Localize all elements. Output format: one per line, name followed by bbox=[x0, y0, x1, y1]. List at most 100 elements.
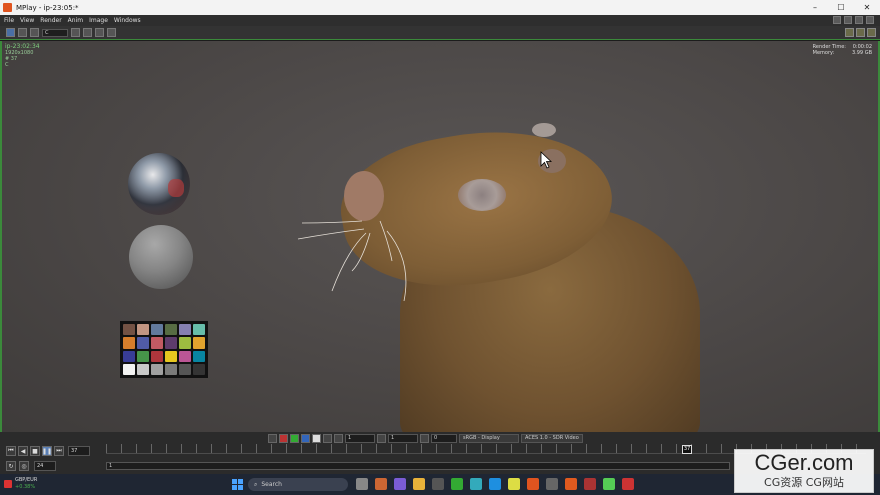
capybara-eye bbox=[458, 179, 506, 211]
info-icon[interactable] bbox=[107, 28, 116, 37]
minimize-button[interactable]: – bbox=[802, 0, 828, 15]
home-icon[interactable] bbox=[95, 28, 104, 37]
fps-field[interactable]: 24 bbox=[34, 461, 56, 471]
zoom-out-icon[interactable] bbox=[83, 28, 92, 37]
maximize-button[interactable]: ☐ bbox=[828, 0, 854, 15]
toolbar-right bbox=[845, 28, 876, 37]
go-to-start-button[interactable]: ⏮ bbox=[6, 446, 16, 456]
zoom-in-icon[interactable] bbox=[71, 28, 80, 37]
checker-swatch bbox=[123, 337, 135, 349]
checker-swatch bbox=[137, 350, 149, 362]
checker-swatch bbox=[151, 337, 163, 349]
widgets-icon[interactable] bbox=[375, 478, 387, 490]
app-icon-red[interactable] bbox=[584, 478, 596, 490]
menu-right-icons bbox=[833, 16, 874, 24]
display-select[interactable]: sRGB - Display bbox=[459, 434, 519, 443]
render-viewport[interactable]: ip-23:02:34 1920x1080 # 37 C Render Time… bbox=[0, 41, 880, 432]
frame-range-bar[interactable]: 1 bbox=[106, 462, 730, 470]
gamma-field[interactable]: 1 bbox=[345, 434, 375, 443]
checker-swatch bbox=[123, 324, 135, 336]
gamma-icon[interactable] bbox=[334, 434, 343, 443]
menu-render[interactable]: Render bbox=[38, 17, 63, 24]
close-button[interactable]: ✕ bbox=[854, 0, 880, 15]
xbox-icon[interactable] bbox=[451, 478, 463, 490]
current-frame-marker[interactable]: 37 bbox=[682, 445, 692, 454]
grid-toggle-icon[interactable] bbox=[845, 28, 854, 37]
houdini-icon[interactable] bbox=[527, 478, 539, 490]
checker-toggle-icon[interactable] bbox=[856, 28, 865, 37]
checker-swatch bbox=[193, 350, 205, 362]
mplay-window: MPlay - ip-23:05:* – ☐ ✕ File View Rende… bbox=[0, 0, 880, 495]
checker-swatch bbox=[123, 363, 135, 375]
checker-swatch bbox=[137, 324, 149, 336]
app-icon-grey[interactable] bbox=[546, 478, 558, 490]
playback-controls: ⏮ ◀ ■ ❚❚ ⏭ 37 bbox=[6, 446, 90, 456]
app-icon-green[interactable] bbox=[603, 478, 615, 490]
title-bar: MPlay - ip-23:05:* – ☐ ✕ bbox=[0, 0, 880, 15]
app-icon bbox=[3, 3, 12, 12]
capybara-whiskers bbox=[297, 220, 407, 301]
green-channel-toggle[interactable] bbox=[290, 434, 299, 443]
taskbar-search[interactable]: ⌕ Search bbox=[248, 478, 348, 491]
pin-icon[interactable] bbox=[855, 16, 863, 24]
checker-swatch bbox=[137, 363, 149, 375]
checker-swatch bbox=[179, 324, 191, 336]
store-icon[interactable] bbox=[432, 478, 444, 490]
frame-field[interactable]: 37 bbox=[68, 446, 90, 456]
grey-reference-ball bbox=[129, 225, 193, 289]
grid-view-icon[interactable] bbox=[30, 28, 39, 37]
edge-icon[interactable] bbox=[489, 478, 501, 490]
menu-anim[interactable]: Anim bbox=[66, 17, 85, 24]
app-icon-red-2[interactable] bbox=[622, 478, 634, 490]
display-controls: 1 1 0 sRGB - Display ACES 1.0 - SDR Vide… bbox=[268, 433, 583, 444]
realtime-icon[interactable]: ◎ bbox=[19, 461, 29, 471]
menu-view[interactable]: View bbox=[18, 17, 36, 24]
single-view-icon[interactable] bbox=[6, 28, 15, 37]
image-channel: C bbox=[5, 62, 9, 68]
checker-swatch bbox=[165, 337, 177, 349]
checker-swatch bbox=[123, 350, 135, 362]
image-toolbar: C bbox=[0, 26, 880, 40]
copilot-icon[interactable] bbox=[394, 478, 406, 490]
checker-swatch bbox=[179, 337, 191, 349]
app-icon-teal[interactable] bbox=[470, 478, 482, 490]
stop-button[interactable]: ■ bbox=[30, 446, 40, 456]
checker-swatch bbox=[165, 350, 177, 362]
file-explorer-icon[interactable] bbox=[413, 478, 425, 490]
play-reverse-button[interactable]: ◀ bbox=[18, 446, 28, 456]
chrome-icon[interactable] bbox=[508, 478, 520, 490]
exposure-icon[interactable] bbox=[377, 434, 386, 443]
settings-icon[interactable] bbox=[866, 16, 874, 24]
channel-select[interactable]: C bbox=[42, 28, 68, 37]
watermark-text: CGer.com bbox=[754, 450, 854, 475]
lut-icon[interactable] bbox=[323, 434, 332, 443]
red-channel-toggle[interactable] bbox=[279, 434, 288, 443]
menu-file[interactable]: File bbox=[2, 17, 16, 24]
go-to-end-button[interactable]: ⏭ bbox=[54, 446, 64, 456]
menu-windows[interactable]: Windows bbox=[112, 17, 143, 24]
layout-icon[interactable] bbox=[833, 16, 841, 24]
checker-swatch bbox=[165, 324, 177, 336]
ticker-widget[interactable]: GBP/EUR +0.38% bbox=[4, 477, 37, 491]
menu-bar: File View Render Anim Image Windows bbox=[0, 15, 880, 26]
chrome-reference-ball bbox=[128, 153, 190, 215]
compare-view-icon[interactable] bbox=[18, 28, 27, 37]
menu-image[interactable]: Image bbox=[87, 17, 110, 24]
offset-icon[interactable] bbox=[420, 434, 429, 443]
blue-channel-toggle[interactable] bbox=[301, 434, 310, 443]
background-icon[interactable] bbox=[268, 434, 277, 443]
exposure-field[interactable]: 1 bbox=[388, 434, 418, 443]
alpha-channel-toggle[interactable] bbox=[312, 434, 321, 443]
checker-swatch bbox=[193, 337, 205, 349]
snapshot-icon[interactable] bbox=[844, 16, 852, 24]
task-view-icon[interactable] bbox=[356, 478, 368, 490]
view-transform-select[interactable]: ACES 1.0 - SDR Video bbox=[521, 434, 583, 443]
watermark: CGer.com CG资源 CG网站 bbox=[734, 449, 874, 493]
expand-icon[interactable] bbox=[867, 28, 876, 37]
offset-field[interactable]: 0 bbox=[431, 434, 457, 443]
checker-swatch bbox=[137, 337, 149, 349]
houdini-icon-2[interactable] bbox=[565, 478, 577, 490]
windows-start-icon[interactable] bbox=[232, 479, 243, 490]
loop-icon[interactable]: ↻ bbox=[6, 461, 16, 471]
pause-button[interactable]: ❚❚ bbox=[42, 446, 52, 456]
